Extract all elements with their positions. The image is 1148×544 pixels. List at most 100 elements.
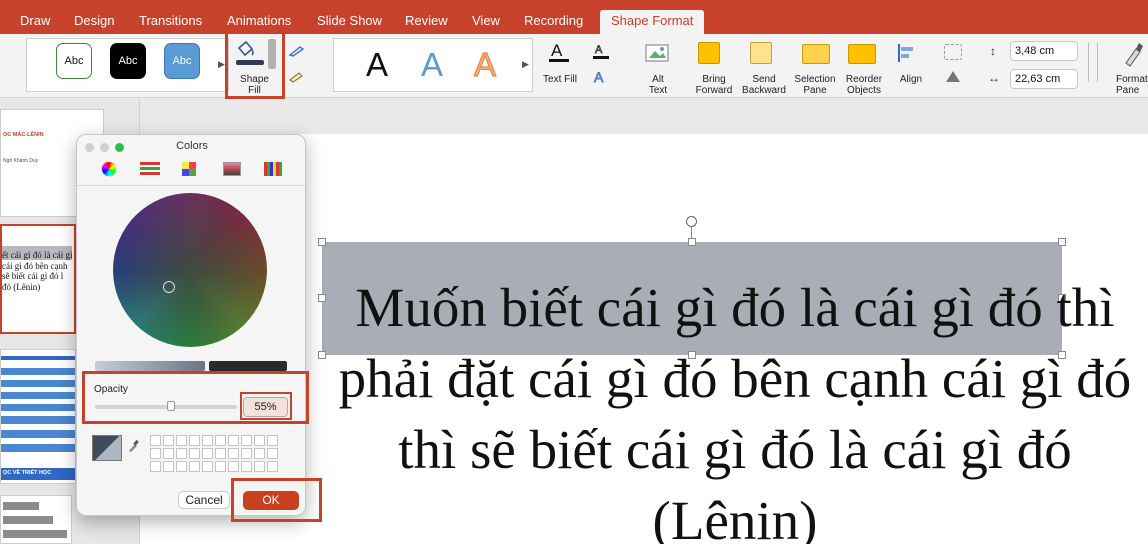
swatch-cell[interactable] (150, 448, 161, 459)
swatch-cell[interactable] (176, 461, 187, 472)
resize-handle-top-left[interactable] (318, 238, 326, 246)
gallery-next-icon[interactable]: ▶ (218, 59, 225, 70)
shape-fill-highlight (225, 31, 285, 99)
swatch-cell[interactable] (254, 448, 265, 459)
shape-style-dark[interactable]: Abc (110, 43, 146, 79)
color-wheel[interactable] (113, 193, 267, 347)
color-wheel-icon[interactable] (101, 161, 117, 177)
swatch-cell[interactable] (254, 435, 265, 446)
image-palettes-icon[interactable] (223, 162, 241, 176)
swatch-cell[interactable] (202, 448, 213, 459)
text-fill-icon[interactable]: A (548, 39, 570, 63)
swatch-cell[interactable] (202, 461, 213, 472)
tab-view[interactable]: View (472, 13, 500, 28)
reorder-objects-label: Reorder Objects (845, 74, 883, 96)
swatch-cell[interactable] (267, 461, 278, 472)
height-input[interactable]: 3,48 cm (1010, 41, 1078, 61)
resize-handle-bottom-left[interactable] (318, 351, 326, 359)
shape-style-blue[interactable]: Abc (164, 43, 200, 79)
swatch-cell[interactable] (189, 461, 200, 472)
tab-review[interactable]: Review (405, 13, 448, 28)
resize-handle-top[interactable] (688, 238, 696, 246)
tab-recording[interactable]: Recording (524, 13, 583, 28)
swatch-cell[interactable] (202, 435, 213, 446)
resize-handle-top-right[interactable] (1058, 238, 1066, 246)
current-color-swatch[interactable] (92, 435, 122, 461)
tab-draw[interactable]: Draw (20, 13, 50, 28)
swatch-cell[interactable] (176, 435, 187, 446)
brightness-slider-dark[interactable] (209, 361, 287, 371)
swatch-cell[interactable] (163, 448, 174, 459)
wordart-style-black[interactable]: A (366, 46, 388, 84)
swatch-cell[interactable] (150, 435, 161, 446)
thumb-author: Ngô Khánh Duy (3, 158, 39, 164)
slide-thumbnail-4[interactable] (0, 495, 72, 544)
wheel-cursor (163, 281, 175, 293)
swatch-cell[interactable] (189, 448, 200, 459)
swatch-cell[interactable] (215, 461, 226, 472)
swatch-cell[interactable] (228, 448, 239, 459)
selection-pane-icon[interactable] (802, 44, 830, 64)
format-pane-icon[interactable] (1122, 41, 1146, 67)
swatch-cell[interactable] (228, 435, 239, 446)
ribbon: ◀ Abc Abc Abc ▶ Shape Fill A A A ▶ A Tex… (0, 31, 1148, 99)
text-outline-icon[interactable]: A (592, 42, 610, 60)
bring-forward-icon[interactable] (698, 42, 720, 64)
pen-outline-icon[interactable] (288, 44, 306, 57)
tab-transitions[interactable]: Transitions (139, 13, 202, 28)
send-backward-icon[interactable] (750, 42, 772, 64)
swatch-cell[interactable] (150, 461, 161, 472)
cancel-button[interactable]: Cancel (178, 491, 230, 509)
send-backward-label: Send Backward (742, 74, 786, 96)
rotation-handle[interactable] (686, 216, 697, 227)
alt-text-icon[interactable] (644, 41, 672, 65)
wordart-next-icon[interactable]: ▶ (522, 59, 529, 70)
text-effects-icon[interactable]: A (592, 69, 610, 86)
slide-thumbnail-2[interactable]: ết cái gì đó là cái gì cái gì đó bên cạn… (0, 224, 76, 334)
slide-quote-text[interactable]: Muốn biết cái gì đó là cái gì đó thì phả… (330, 272, 1140, 544)
slide-thumbnail-3[interactable]: ỌC VỀ TRIẾT HỌC (0, 349, 76, 484)
width-input[interactable]: 22,63 cm (1010, 69, 1078, 89)
align-icon[interactable] (896, 42, 918, 64)
svg-text:A: A (551, 41, 563, 60)
brightness-slider[interactable] (95, 361, 205, 371)
height-icon: ↕ (990, 44, 996, 58)
wordart-style-blue[interactable]: A (421, 46, 443, 84)
swatch-cell[interactable] (189, 435, 200, 446)
swatch-cell[interactable] (241, 448, 252, 459)
resize-handle-left[interactable] (318, 294, 326, 302)
color-sliders-icon[interactable] (140, 162, 160, 176)
swatch-cell[interactable] (176, 448, 187, 459)
swatch-cell[interactable] (267, 448, 278, 459)
color-palettes-icon[interactable] (182, 162, 196, 176)
text-fill-label: Text Fill (543, 74, 577, 85)
pencils-icon[interactable] (264, 162, 282, 176)
wordart-style-orange[interactable]: A (473, 45, 496, 84)
opacity-value-highlight (240, 392, 292, 420)
tab-design[interactable]: Design (74, 13, 114, 28)
menu-bar: Draw Design Transitions Animations Slide… (0, 0, 1148, 34)
swatch-cell[interactable] (163, 435, 174, 446)
bring-forward-label: Bring Forward (695, 74, 733, 96)
swatch-cell[interactable] (215, 435, 226, 446)
eyedropper-icon[interactable] (127, 439, 139, 453)
shape-style-outline[interactable]: Abc (56, 43, 92, 79)
swatch-cell[interactable] (254, 461, 265, 472)
swatch-cell[interactable] (163, 461, 174, 472)
reorder-objects-icon[interactable] (848, 44, 876, 64)
group-icon[interactable] (944, 44, 962, 60)
svg-text:A: A (594, 69, 604, 85)
swatch-cell[interactable] (267, 435, 278, 446)
lock-aspect-icon[interactable] (1088, 42, 1098, 82)
swatch-cell[interactable] (241, 435, 252, 446)
swatch-cell[interactable] (241, 461, 252, 472)
align-label: Align (899, 74, 923, 85)
swatch-cell[interactable] (215, 448, 226, 459)
rotate-icon[interactable] (944, 68, 962, 84)
tab-animations[interactable]: Animations (227, 13, 291, 28)
swatch-cell[interactable] (228, 461, 239, 472)
shape-effects-icon[interactable] (288, 70, 306, 83)
tab-shape-format[interactable]: Shape Format (600, 10, 705, 34)
tab-slide-show[interactable]: Slide Show (317, 13, 382, 28)
thumb-title: ỌC MÁC-LÊNIN (3, 132, 44, 138)
